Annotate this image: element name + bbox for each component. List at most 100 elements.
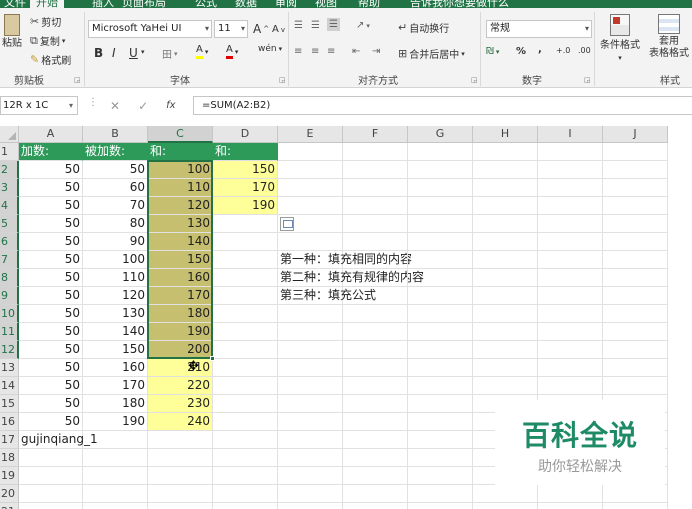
cell-i12[interactable] — [538, 341, 603, 359]
cell-c12[interactable]: 200 — [148, 341, 213, 359]
cell-d11[interactable] — [213, 323, 278, 341]
cell-c11[interactable]: 190 — [148, 323, 213, 341]
cell-b3[interactable]: 60 — [83, 179, 148, 197]
cell-c9[interactable]: 170 — [148, 287, 213, 305]
tab-help[interactable]: 帮助 — [358, 0, 380, 8]
increase-indent-button[interactable]: ⇥ — [372, 46, 380, 57]
cell-e4[interactable] — [278, 197, 343, 215]
cell-d9[interactable] — [213, 287, 278, 305]
cell-h12[interactable] — [473, 341, 538, 359]
cell-a4[interactable]: 50 — [19, 197, 83, 215]
cell-b14[interactable]: 170 — [83, 377, 148, 395]
fill-color-button[interactable]: A ▾ — [196, 44, 208, 59]
cancel-icon[interactable]: ✕ — [110, 99, 120, 113]
font-launcher-icon[interactable]: ◲ — [279, 76, 286, 84]
cell-a7[interactable]: 50 — [19, 251, 83, 269]
cell-i13[interactable] — [538, 359, 603, 377]
cell-e20[interactable] — [278, 485, 343, 503]
cell-a18[interactable] — [19, 449, 83, 467]
font-size-select[interactable]: 11 ▾ — [214, 20, 248, 38]
format-as-table-button[interactable]: 套用 表格格式 — [646, 14, 692, 60]
tab-review[interactable]: 审阅 — [275, 0, 297, 8]
cell-d17[interactable] — [213, 431, 278, 449]
row-header-11[interactable]: 11 — [0, 323, 19, 341]
cell-a19[interactable] — [19, 467, 83, 485]
accounting-format-button[interactable]: ₪ ▾ — [486, 46, 499, 57]
cell-j12[interactable] — [603, 341, 668, 359]
percent-button[interactable]: % — [516, 46, 526, 57]
decrease-decimal-button[interactable]: .00 — [578, 46, 591, 55]
cell-c14[interactable]: 220 — [148, 377, 213, 395]
merge-center-button[interactable]: ⊞ 合并后居中 ▾ — [398, 46, 465, 61]
row-header-8[interactable]: 8 — [0, 269, 19, 287]
cell-b19[interactable] — [83, 467, 148, 485]
cell-a3[interactable]: 50 — [19, 179, 83, 197]
cell-j7[interactable] — [603, 251, 668, 269]
cell-i7[interactable] — [538, 251, 603, 269]
number-format-select[interactable]: 常规 ▾ — [486, 20, 592, 38]
row-header-6[interactable]: 6 — [0, 233, 19, 251]
cell-a20[interactable] — [19, 485, 83, 503]
cell-g10[interactable] — [408, 305, 473, 323]
increase-decimal-button[interactable]: +.0 — [556, 46, 570, 55]
cell-d20[interactable] — [213, 485, 278, 503]
cell-b8[interactable]: 110 — [83, 269, 148, 287]
cell-a5[interactable]: 50 — [19, 215, 83, 233]
cell-b1[interactable]: 被加数: — [83, 143, 148, 161]
cell-i4[interactable] — [538, 197, 603, 215]
cell-g5[interactable] — [408, 215, 473, 233]
decrease-indent-button[interactable]: ⇤ — [352, 46, 360, 57]
name-box[interactable]: 12R x 1C ▾ — [0, 96, 78, 115]
cell-h9[interactable] — [473, 287, 538, 305]
border-button[interactable]: 田 ▾ — [162, 46, 178, 62]
tab-data[interactable]: 数据 — [235, 0, 257, 8]
cell-c15[interactable]: 230 — [148, 395, 213, 413]
cell-d5[interactable] — [213, 215, 278, 233]
cell-a12[interactable]: 50 — [19, 341, 83, 359]
decrease-font-button[interactable]: Av — [272, 24, 285, 35]
cell-g16[interactable] — [408, 413, 473, 431]
cell-a17[interactable]: gujinqiang_1 — [19, 431, 98, 449]
cell-b2[interactable]: 50 — [83, 161, 148, 179]
cell-b7[interactable]: 100 — [83, 251, 148, 269]
column-header-h[interactable]: H — [473, 126, 538, 143]
cell-j9[interactable] — [603, 287, 668, 305]
cell-j5[interactable] — [603, 215, 668, 233]
cell-f4[interactable] — [343, 197, 408, 215]
cell-i9[interactable] — [538, 287, 603, 305]
cell-h5[interactable] — [473, 215, 538, 233]
cell-d21[interactable] — [213, 503, 278, 509]
cell-f17[interactable] — [343, 431, 408, 449]
cell-h2[interactable] — [473, 161, 538, 179]
cell-e1[interactable] — [278, 143, 343, 161]
cell-e16[interactable] — [278, 413, 343, 431]
cell-d15[interactable] — [213, 395, 278, 413]
italic-button[interactable]: I — [112, 46, 116, 60]
cell-b21[interactable] — [83, 503, 148, 509]
cell-a6[interactable]: 50 — [19, 233, 83, 251]
cell-d12[interactable] — [213, 341, 278, 359]
auto-fill-options-icon[interactable] — [280, 217, 294, 231]
bold-button[interactable]: B — [94, 46, 103, 60]
cell-h20[interactable] — [473, 485, 538, 503]
cell-f14[interactable] — [343, 377, 408, 395]
align-center-button[interactable]: ≡ — [311, 46, 319, 57]
cell-f16[interactable] — [343, 413, 408, 431]
formula-input[interactable]: =SUM(A2:B2) — [193, 96, 692, 115]
cell-g21[interactable] — [408, 503, 473, 509]
cell-d1[interactable]: 和: — [213, 143, 278, 161]
cell-j1[interactable] — [603, 143, 668, 161]
cell-e9[interactable]: 第三种：填充公式 — [278, 287, 376, 305]
cell-a15[interactable]: 50 — [19, 395, 83, 413]
tab-view[interactable]: 视图 — [315, 0, 337, 8]
row-header-10[interactable]: 10 — [0, 305, 19, 323]
cell-i6[interactable] — [538, 233, 603, 251]
cell-f9[interactable] — [343, 287, 408, 305]
cell-g18[interactable] — [408, 449, 473, 467]
cell-e15[interactable] — [278, 395, 343, 413]
cell-g9[interactable] — [408, 287, 473, 305]
cell-a8[interactable]: 50 — [19, 269, 83, 287]
cell-d16[interactable] — [213, 413, 278, 431]
cell-c6[interactable]: 140 — [148, 233, 213, 251]
comma-button[interactable]: , — [538, 44, 542, 55]
